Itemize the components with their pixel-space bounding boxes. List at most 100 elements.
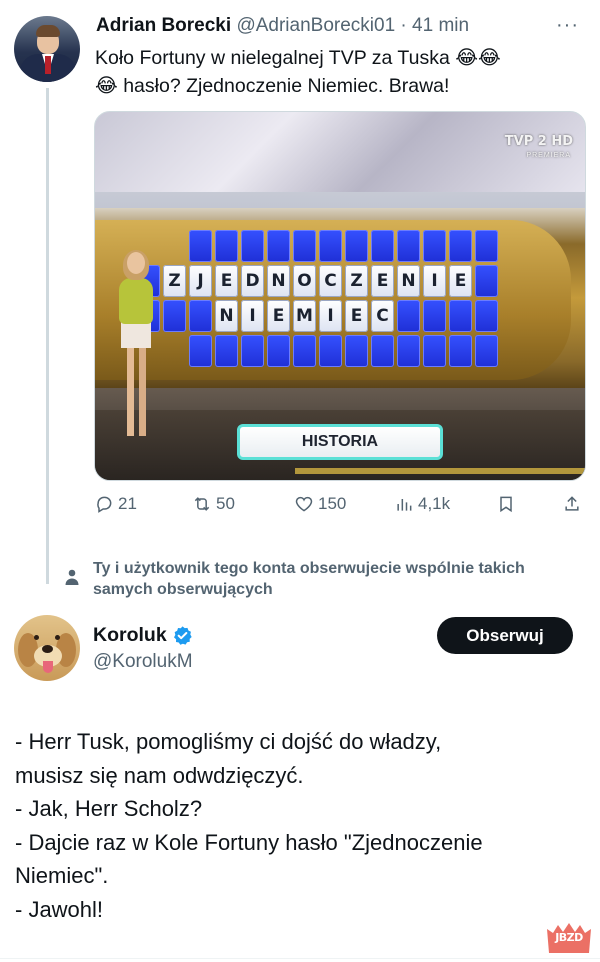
puzzle-blank-tile <box>475 335 498 367</box>
puzzle-blank-tile <box>319 230 342 262</box>
header-separator: · <box>400 15 407 36</box>
channel-logo: TVP 2 HD <box>504 134 573 149</box>
puzzle-row <box>189 230 498 262</box>
puzzle-blank-tile <box>423 300 446 332</box>
like-button[interactable]: 150 <box>294 494 346 514</box>
watermark-logo: JBZD <box>543 921 595 955</box>
repost-count: 50 <box>216 494 235 513</box>
puzzle-blank-tile <box>475 230 498 262</box>
puzzle-letter-tile: C <box>371 300 394 332</box>
puzzle-blank-tile <box>189 300 212 332</box>
puzzle-blank-tile <box>397 335 420 367</box>
author-name[interactable]: Adrian Borecki <box>96 15 231 36</box>
puzzle-letter-tile: J <box>189 265 212 297</box>
bookmark-icon <box>500 496 512 513</box>
like-count: 150 <box>318 494 347 513</box>
puzzle-letter-tile: Z <box>345 265 368 297</box>
repost-button[interactable]: 50 <box>192 494 235 514</box>
puzzle-letter-tile: I <box>423 265 446 297</box>
tweet-text-line: - Jak, Herr Scholz? <box>15 796 203 821</box>
puzzle-blank-tile <box>371 335 394 367</box>
puzzle-letter-tile: D <box>241 265 264 297</box>
host-figure <box>117 250 163 442</box>
puzzle-letter-tile: E <box>449 265 472 297</box>
author-handle[interactable]: @KorolukM <box>93 651 193 673</box>
like-icon <box>295 496 313 512</box>
tweet-text-line: - Herr Tusk, pomogliśmy ci dojść do wład… <box>15 729 442 754</box>
puzzle-blank-tile <box>267 230 290 262</box>
puzzle-blank-tile <box>293 335 316 367</box>
channel-subtitle: PREMIERA <box>526 152 571 159</box>
puzzle-letter-tile: N <box>267 265 290 297</box>
puzzle-blank-tile <box>189 335 212 367</box>
puzzle-row: ZJEDNOCZENIE <box>137 265 498 297</box>
views-button[interactable]: 4,1k <box>394 494 450 514</box>
puzzle-letter-tile: C <box>319 265 342 297</box>
puzzle-blank-tile <box>397 230 420 262</box>
author-name[interactable]: Koroluk <box>93 624 167 647</box>
tweet-actions-bar: 21 50 150 4,1k <box>94 494 586 522</box>
reply-count: 21 <box>118 494 137 513</box>
puzzle-letter-tile: I <box>241 300 264 332</box>
puzzle-category: HISTORIA <box>237 424 443 460</box>
bookmark-button[interactable] <box>496 494 516 514</box>
tweet-text-line: 😂 hasło? Zjednoczenie Niemiec. Brawa! <box>95 75 450 97</box>
puzzle-blank-tile <box>345 230 368 262</box>
mutual-followers-notice: Ty i użytkownik tego konta obserwujecie … <box>93 560 525 598</box>
puzzle-letter-tile: E <box>215 265 238 297</box>
puzzle-blank-tile <box>449 230 472 262</box>
puzzle-letter-tile: E <box>267 300 290 332</box>
tweet-text-line: - Dajcie raz w Kole Fortuny hasło "Zjedn… <box>15 829 483 855</box>
share-button[interactable] <box>562 494 582 514</box>
puzzle-letter-tile: I <box>319 300 342 332</box>
tweet-timestamp[interactable]: 41 min <box>412 15 469 36</box>
tweet-text: Koło Fortuny w nielegalnej TVP za Tuska … <box>95 44 585 100</box>
tweet-text-line: Niemiec". <box>15 863 109 888</box>
views-count: 4,1k <box>418 494 451 513</box>
views-icon <box>397 499 412 511</box>
puzzle-blank-tile <box>163 300 186 332</box>
puzzle-blank-tile <box>241 335 264 367</box>
verified-badge-icon <box>173 626 192 645</box>
puzzle-blank-tile <box>345 335 368 367</box>
share-icon <box>565 496 579 511</box>
author-handle[interactable]: @AdrianBorecki01 <box>236 15 395 36</box>
tweet-text-line: musisz się nam odwdzięczyć. <box>15 762 304 788</box>
puzzle-letter-tile: E <box>345 300 368 332</box>
puzzle-letter-tile: N <box>397 265 420 297</box>
puzzle-blank-tile <box>475 265 498 297</box>
puzzle-blank-tile <box>215 335 238 367</box>
puzzle-blank-tile <box>241 230 264 262</box>
puzzle-letter-tile: O <box>293 265 316 297</box>
author-name-row: Koroluk <box>93 624 193 647</box>
puzzle-grid: ZJEDNOCZENIENIEMIEC <box>137 230 498 370</box>
divider <box>0 958 600 959</box>
puzzle-letter-tile: Z <box>163 265 186 297</box>
reply-button[interactable]: 21 <box>94 494 137 514</box>
person-icon <box>65 569 79 585</box>
puzzle-blank-tile <box>397 300 420 332</box>
reply-icon <box>97 496 112 513</box>
puzzle-blank-tile <box>215 230 238 262</box>
tweet-media-image[interactable]: TVP 2 HD PREMIERA ZJEDNOCZENIENIEMIEC HI… <box>94 111 586 481</box>
more-options-icon[interactable]: ··· <box>556 14 579 37</box>
puzzle-blank-tile <box>449 300 472 332</box>
tweet-header: Adrian Borecki @AdrianBorecki01 · 41 min <box>96 15 469 37</box>
tweet-text-line: - Jawohl! <box>15 896 104 922</box>
author-avatar[interactable] <box>14 615 80 681</box>
tweet-text-line: Koło Fortuny w nielegalnej TVP za Tuska … <box>95 47 501 69</box>
studio-background <box>95 112 585 192</box>
follow-button[interactable]: Obserwuj <box>437 617 573 654</box>
puzzle-blank-tile <box>423 230 446 262</box>
puzzle-blank-tile <box>449 335 472 367</box>
puzzle-letter-tile: M <box>293 300 316 332</box>
repost-icon <box>194 497 210 511</box>
thread-connector-line <box>46 88 49 584</box>
watermark-text: JBZD <box>555 931 583 944</box>
puzzle-blank-tile <box>293 230 316 262</box>
puzzle-row <box>189 335 498 367</box>
author-avatar[interactable] <box>14 16 80 82</box>
puzzle-blank-tile <box>423 335 446 367</box>
puzzle-blank-tile <box>475 300 498 332</box>
puzzle-row: NIEMIEC <box>137 300 498 332</box>
